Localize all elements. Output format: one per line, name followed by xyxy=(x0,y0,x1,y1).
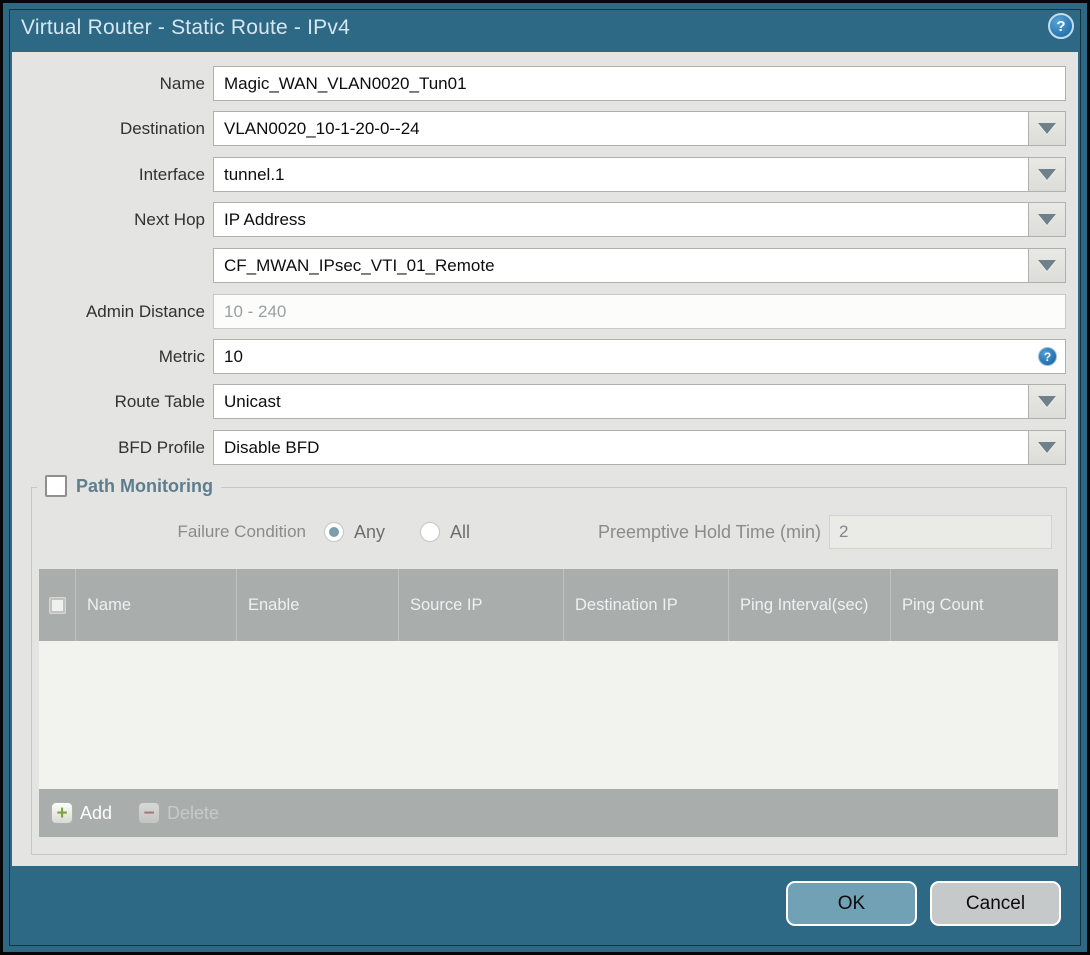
failure-condition-any-label: Any xyxy=(354,522,386,542)
destination-input[interactable] xyxy=(213,111,1066,146)
interface-label: Interface xyxy=(138,165,205,184)
column-header-source-ip[interactable]: Source IP xyxy=(399,569,564,641)
next-hop-row: Next Hop xyxy=(12,202,1078,237)
ok-button[interactable]: OK xyxy=(786,881,917,926)
chevron-down-icon xyxy=(1038,260,1056,271)
name-input[interactable] xyxy=(213,66,1066,101)
destination-field xyxy=(213,111,1066,146)
route-table-field xyxy=(213,384,1066,419)
column-header-ping-interval[interactable]: Ping Interval(sec) xyxy=(729,569,891,641)
destination-row: Destination xyxy=(12,111,1078,146)
admin-distance-label: Admin Distance xyxy=(85,302,205,321)
next-hop-address-dropdown-button[interactable] xyxy=(1028,248,1066,283)
delete-button[interactable]: − Delete xyxy=(138,802,219,824)
destination-label: Destination xyxy=(119,119,205,138)
route-table-dropdown-button[interactable] xyxy=(1028,384,1066,419)
table-body-empty xyxy=(39,641,1058,789)
admin-distance-field xyxy=(213,294,1066,329)
question-mark-glyph: ? xyxy=(1043,349,1052,364)
bfd-profile-label: BFD Profile xyxy=(118,438,205,457)
add-button-label: Add xyxy=(80,802,113,823)
path-monitoring-section: Path Monitoring Failure Condition Any Al… xyxy=(31,475,1067,855)
question-mark-glyph: ? xyxy=(1056,17,1066,35)
failure-condition-any-radio[interactable] xyxy=(324,522,344,542)
preemptive-hold-time-input[interactable] xyxy=(829,515,1052,549)
next-hop-type-dropdown-button[interactable] xyxy=(1028,202,1066,237)
next-hop-label: Next Hop xyxy=(134,210,205,229)
metric-label: Metric xyxy=(158,347,205,366)
column-header-enable[interactable]: Enable xyxy=(237,569,399,641)
name-row: Name xyxy=(12,66,1078,101)
destination-dropdown-button[interactable] xyxy=(1028,111,1066,146)
chevron-down-icon xyxy=(1038,214,1056,225)
metric-input[interactable] xyxy=(213,339,1066,374)
path-monitoring-checkbox[interactable] xyxy=(45,475,67,497)
preemptive-hold-time-label: Preemptive Hold Time (min) xyxy=(597,522,821,542)
dialog-window: Virtual Router - Static Route - IPv4 ? N… xyxy=(0,0,1090,955)
interface-field xyxy=(213,157,1066,192)
help-icon[interactable]: ? xyxy=(1048,13,1074,39)
dialog-body: Name Destination Interface xyxy=(12,52,1078,866)
plus-icon: + xyxy=(51,802,73,824)
select-all-header-cell xyxy=(39,569,76,641)
add-button[interactable]: + Add xyxy=(51,802,112,824)
column-header-name[interactable]: Name xyxy=(76,569,237,641)
column-header-ping-count[interactable]: Ping Count xyxy=(891,569,1058,641)
table-header-row: Name Enable Source IP Destination IP Pin… xyxy=(39,569,1058,641)
path-monitoring-table: Name Enable Source IP Destination IP Pin… xyxy=(39,569,1058,837)
delete-button-label: Delete xyxy=(167,802,220,823)
next-hop-address-input[interactable] xyxy=(213,248,1066,283)
path-monitoring-legend: Path Monitoring xyxy=(37,475,221,497)
route-table-row: Route Table xyxy=(12,384,1078,419)
name-field xyxy=(213,66,1066,101)
minus-icon: − xyxy=(138,802,161,824)
name-label: Name xyxy=(159,74,205,93)
column-header-destination-ip[interactable]: Destination IP xyxy=(564,569,729,641)
failure-condition-all-label: All xyxy=(450,522,471,542)
next-hop-address-row xyxy=(12,248,1078,283)
chevron-down-icon xyxy=(1038,442,1056,453)
interface-dropdown-button[interactable] xyxy=(1028,157,1066,192)
next-hop-field xyxy=(213,202,1066,237)
interface-input[interactable] xyxy=(213,157,1066,192)
admin-distance-row: Admin Distance xyxy=(12,294,1078,329)
bfd-profile-row: BFD Profile xyxy=(12,430,1078,465)
chevron-down-icon xyxy=(1038,123,1056,134)
metric-row: Metric ? xyxy=(12,339,1078,374)
route-table-input[interactable] xyxy=(213,384,1066,419)
metric-field: ? xyxy=(213,339,1066,374)
chevron-down-icon xyxy=(1038,169,1056,180)
bfd-profile-dropdown-button[interactable] xyxy=(1028,430,1066,465)
metric-help-icon[interactable]: ? xyxy=(1038,347,1057,366)
interface-row: Interface xyxy=(12,157,1078,192)
next-hop-address-field xyxy=(213,248,1066,283)
next-hop-type-input[interactable] xyxy=(213,202,1066,237)
cancel-button[interactable]: Cancel xyxy=(930,881,1061,926)
path-monitoring-title: Path Monitoring xyxy=(76,475,213,496)
bfd-profile-input[interactable] xyxy=(213,430,1066,465)
table-toolbar: + Add − Delete xyxy=(39,789,1058,837)
bfd-profile-field xyxy=(213,430,1066,465)
admin-distance-input[interactable] xyxy=(213,294,1066,329)
dialog-title: Virtual Router - Static Route - IPv4 xyxy=(21,16,350,39)
route-table-label: Route Table xyxy=(114,392,205,411)
failure-condition-label: Failure Condition xyxy=(177,522,306,541)
select-all-checkbox[interactable] xyxy=(48,596,66,614)
chevron-down-icon xyxy=(1038,396,1056,407)
failure-condition-all-radio[interactable] xyxy=(420,522,440,542)
